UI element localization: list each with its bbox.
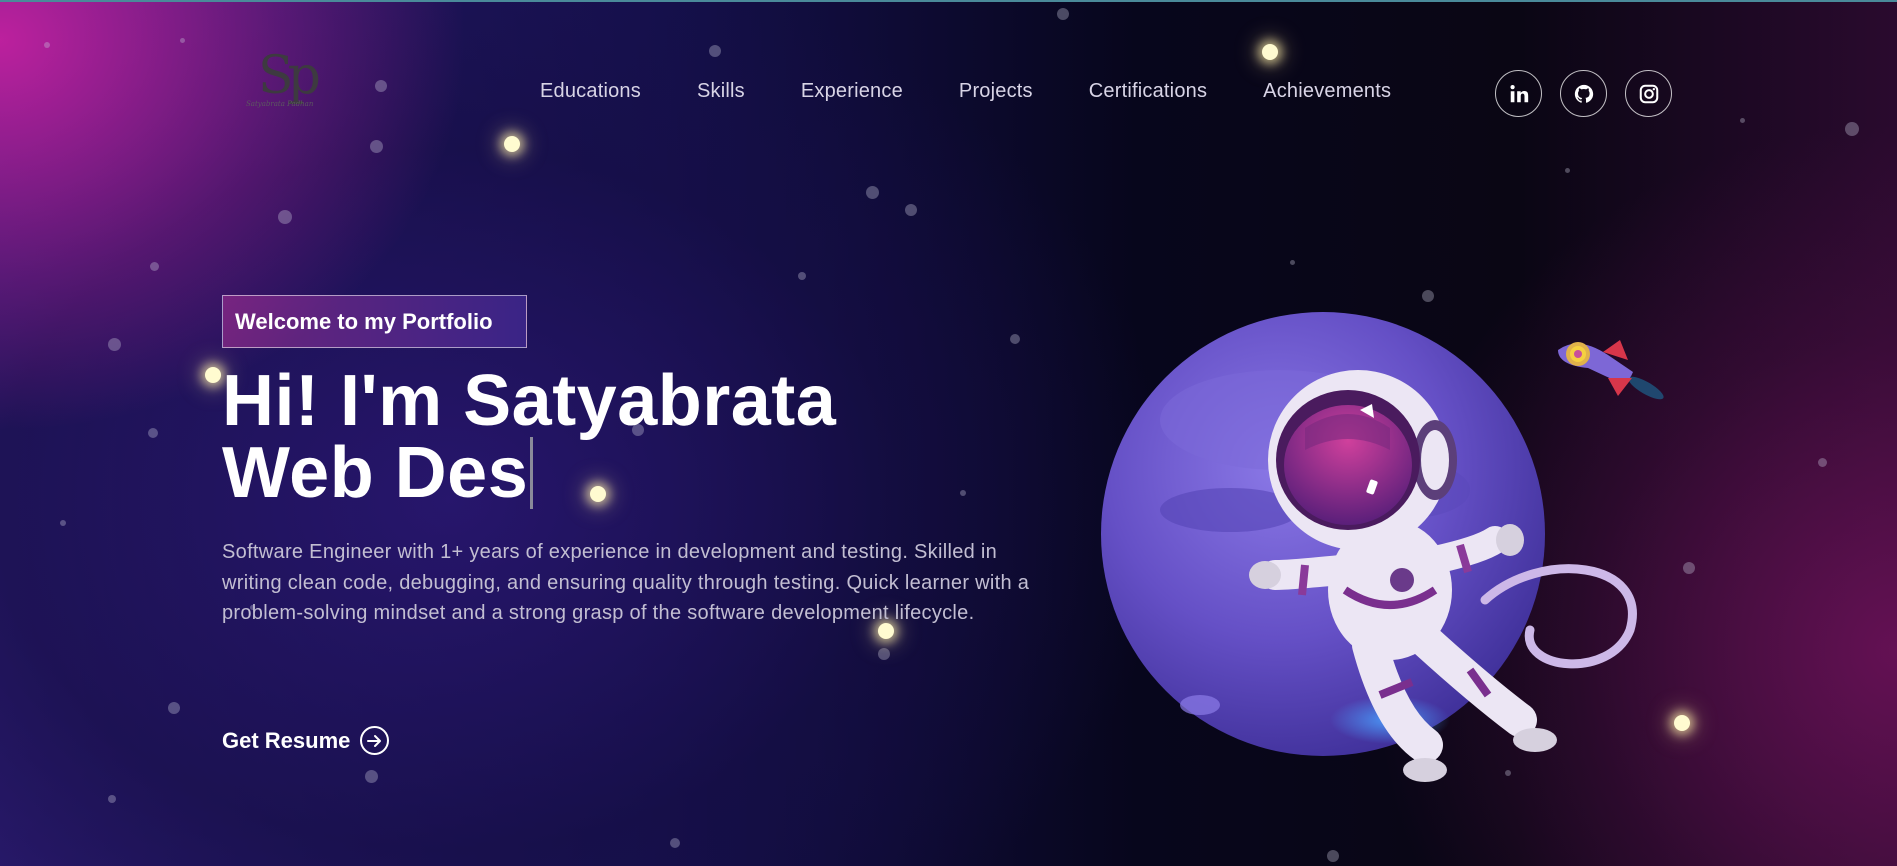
logo-monogram: Sp [258, 46, 321, 106]
nav-item-projects[interactable]: Projects [959, 80, 1033, 103]
linkedin-icon [1509, 84, 1528, 102]
arrow-right-circle-icon [360, 726, 390, 755]
get-resume-label: Get Resume [222, 727, 351, 753]
github-icon [1574, 84, 1593, 103]
instagram-button[interactable] [1625, 70, 1672, 117]
hero-description: Software Engineer with 1+ years of exper… [222, 541, 1030, 624]
social-links [1495, 70, 1672, 117]
instagram-icon [1639, 84, 1658, 103]
nav-item-skills[interactable]: Skills [697, 80, 745, 103]
welcome-badge: Welcome to my Portfolio [222, 295, 527, 348]
logo-signature: Satyabrata Padhan [246, 100, 314, 108]
rocket-illustration [1558, 340, 1664, 400]
get-resume-button[interactable]: Get Resume [222, 726, 390, 755]
main-nav: Educations Skills Experience Projects Ce… [540, 80, 1391, 103]
nav-item-achievements[interactable]: Achievements [1263, 80, 1391, 103]
github-button[interactable] [1560, 70, 1607, 117]
hero-headline: Hi! I'm Satyabrata Web Des [222, 365, 836, 509]
headline-name-line: Hi! I'm Satyabrata [222, 361, 837, 441]
headline-typing-line: Web Des [222, 437, 534, 509]
nav-item-experience[interactable]: Experience [801, 80, 903, 103]
nav-item-educations[interactable]: Educations [540, 80, 641, 103]
nav-item-certifications[interactable]: Certifications [1089, 80, 1207, 103]
site-logo[interactable]: Sp Satyabrata Padhan [246, 50, 326, 120]
linkedin-button[interactable] [1495, 70, 1542, 117]
